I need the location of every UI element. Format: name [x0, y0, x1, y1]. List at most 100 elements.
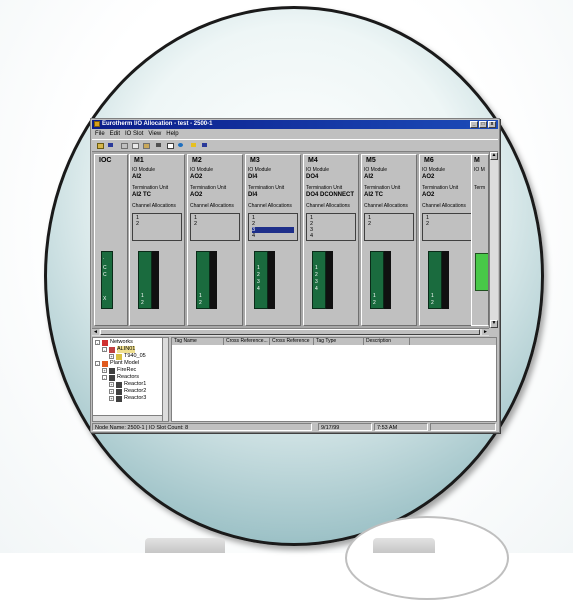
module-label: IO Module — [190, 167, 214, 173]
tree-node[interactable]: - Reactors — [102, 374, 139, 381]
expand-icon[interactable]: + — [109, 389, 114, 394]
menu-io-slot[interactable]: IO Slot — [125, 130, 143, 138]
slot-partial[interactable]: M IO M Term — [471, 154, 489, 326]
slot-m5[interactable]: M5 IO Module AI2 Termination Unit AI2 TC… — [361, 154, 417, 326]
module-value: AO2 — [190, 174, 203, 180]
column-header[interactable]: Cross Reference — [270, 338, 314, 345]
tree-node[interactable]: + T940_05 — [109, 353, 146, 360]
close-button[interactable]: x — [488, 121, 496, 128]
column-header[interactable]: Cross Reference... — [224, 338, 270, 345]
collapse-icon[interactable]: - — [102, 375, 107, 380]
scroll-thumb[interactable] — [100, 329, 480, 335]
tree-node[interactable]: - Plant Model — [95, 360, 139, 367]
expand-icon[interactable]: + — [109, 354, 114, 359]
paste-icon[interactable] — [141, 141, 150, 149]
module-label: IO Module — [132, 167, 156, 173]
copy-icon[interactable] — [130, 141, 139, 149]
toolbar — [92, 139, 498, 152]
tree-node[interactable]: + Reactor3 — [109, 395, 146, 402]
channel-item[interactable]: 4 — [310, 233, 352, 239]
term-value: AI2 TC — [132, 192, 152, 198]
expand-icon[interactable]: + — [109, 396, 114, 401]
module-label: IO Module — [248, 167, 272, 173]
expand-icon[interactable]: + — [109, 382, 114, 387]
alin-icon — [109, 346, 115, 353]
slot-title: M6 — [424, 157, 434, 164]
help-icon[interactable] — [189, 141, 198, 149]
alloc-label: Channel Allocations — [364, 203, 408, 209]
ioc-hardware: . C C X — [101, 251, 113, 309]
pedestal-right — [373, 538, 435, 553]
menu-file[interactable]: File — [95, 130, 105, 138]
open-icon[interactable] — [95, 141, 104, 149]
column-header[interactable]: Description — [364, 338, 410, 345]
menu-help[interactable]: Help — [166, 130, 178, 138]
print-icon[interactable] — [154, 141, 163, 149]
preview-icon[interactable] — [165, 141, 174, 149]
term-label: Term — [474, 185, 486, 191]
term-label: Termination Unit — [248, 185, 285, 191]
scroll-up-icon[interactable]: ▲ — [490, 152, 498, 160]
channel-item[interactable]: 2 — [194, 221, 236, 227]
status-date: 9/17/99 — [318, 423, 372, 431]
tree-node[interactable]: - Networks — [95, 339, 133, 346]
maximize-button[interactable]: □ — [479, 121, 487, 128]
channel-item[interactable]: 2 — [136, 221, 178, 227]
collapse-icon[interactable]: - — [102, 347, 107, 352]
tree-node[interactable]: + Reactor2 — [109, 388, 146, 395]
alloc-label: Channel Allocations — [248, 203, 292, 209]
slot-title: M2 — [192, 157, 202, 164]
tree-vertical-scrollbar[interactable] — [162, 338, 168, 421]
minimize-button[interactable]: _ — [470, 121, 478, 128]
column-header[interactable]: Tag Type — [314, 338, 364, 345]
app-window: Eurotherm I/O Allocation - test - 2500-1… — [90, 118, 500, 433]
tree-node[interactable]: - ALIN01 — [102, 346, 136, 353]
tree-node[interactable]: + FireRec — [102, 367, 136, 374]
title-bar[interactable]: Eurotherm I/O Allocation - test - 2500-1… — [92, 120, 498, 129]
io-slot-panel: IOC . C C X M1 IO Module AI2 Termination… — [92, 152, 489, 328]
module-hardware: 1 2 — [370, 251, 384, 309]
slot-horizontal-scrollbar[interactable]: ◄ ► — [92, 328, 489, 336]
save-icon[interactable] — [106, 141, 115, 149]
channel-list: 1 2 3 4 — [306, 213, 356, 241]
module-label: IO Module — [364, 167, 388, 173]
slot-m3[interactable]: M3 IO Module DI4 Termination Unit DI4 Ch… — [245, 154, 301, 326]
slot-vertical-scrollbar[interactable]: ▲ ▼ — [489, 152, 498, 328]
folder-icon — [109, 367, 115, 374]
module-hardware: 1 2 — [196, 251, 210, 309]
slot-m2[interactable]: M2 IO Module AO2 Termination Unit AO2 Ch… — [187, 154, 243, 326]
scroll-down-icon[interactable]: ▼ — [490, 320, 498, 328]
term-value: AO2 — [190, 192, 203, 198]
status-time: 7:53 AM — [374, 423, 428, 431]
module-label: IO Module — [422, 167, 446, 173]
term-label: Termination Unit — [364, 185, 401, 191]
collapse-icon[interactable]: - — [95, 361, 100, 366]
module-value: AI2 — [132, 174, 142, 180]
channel-item[interactable]: 2 — [426, 221, 468, 227]
channel-list: 1 2 — [422, 213, 472, 241]
column-header[interactable]: Tag Name — [172, 338, 224, 345]
tree-node[interactable]: + Reactor1 — [109, 381, 146, 388]
cut-icon[interactable] — [119, 141, 128, 149]
scroll-left-icon[interactable]: ◄ — [92, 329, 99, 335]
expand-icon[interactable]: + — [102, 368, 107, 373]
slot-m4[interactable]: M4 IO Module DO4 Termination Unit DO4 DC… — [303, 154, 359, 326]
status-extra — [430, 423, 496, 431]
module-value: DO4 — [306, 174, 319, 180]
collapse-icon[interactable]: - — [95, 340, 100, 345]
channel-item[interactable]: 4 — [252, 233, 294, 239]
alloc-label: Channel Allocations — [422, 203, 466, 209]
folder-icon — [116, 395, 122, 402]
tree-horizontal-scrollbar[interactable] — [93, 415, 162, 421]
module-value: AI2 — [364, 174, 374, 180]
context-help-icon[interactable] — [200, 141, 209, 149]
slot-ioc[interactable]: IOC . C C X — [94, 154, 128, 326]
menu-edit[interactable]: Edit — [110, 130, 120, 138]
slot-m1[interactable]: M1 IO Module AI2 Termination Unit AI2 TC… — [129, 154, 185, 326]
scroll-right-icon[interactable]: ► — [482, 329, 489, 335]
channel-item[interactable]: 2 — [368, 221, 410, 227]
plant-icon — [102, 360, 108, 367]
slot-m6[interactable]: M6 IO Module AO2 Termination Unit AO2 Ch… — [419, 154, 475, 326]
globe-icon[interactable] — [176, 141, 185, 149]
menu-view[interactable]: View — [148, 130, 161, 138]
